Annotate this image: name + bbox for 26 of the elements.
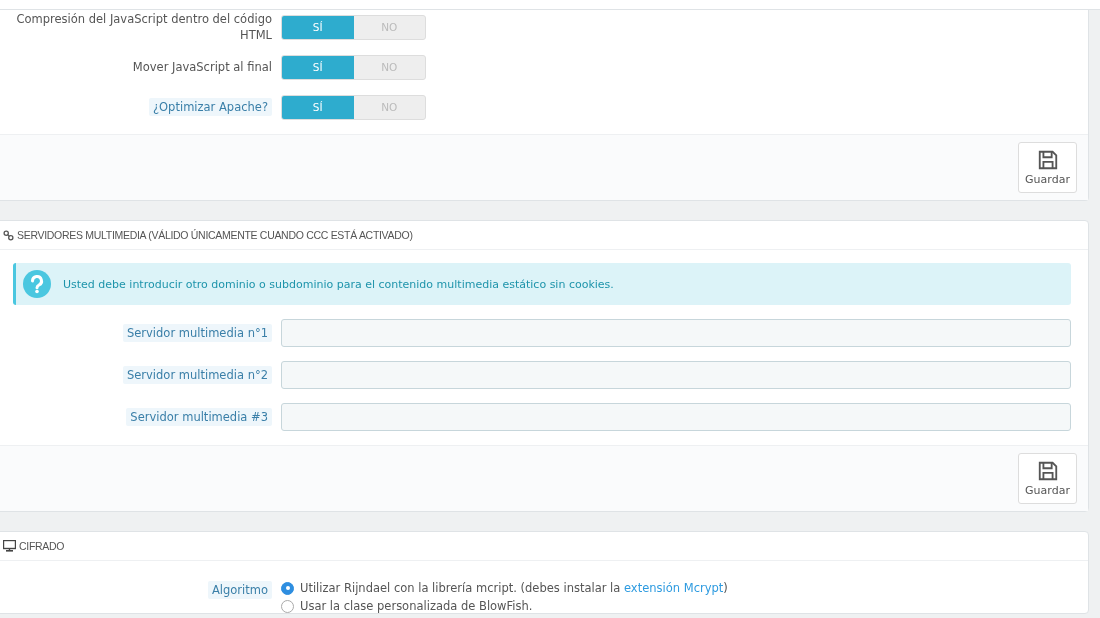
setting-label: Compresión del JavaScript dentro del código HTML	[15, 11, 272, 43]
option-text: Usar la clase personalizada de BlowFish.	[300, 599, 533, 613]
text-input[interactable]	[281, 403, 1071, 431]
field-label: Algoritmo	[207, 581, 272, 599]
panel-title: SERVIDORES MULTIMEDIA (VÁLIDO ÚNICAMENTE CUANDO CCC ESTÁ ACTIVADO)	[17, 229, 413, 241]
field-label: Servidor multimedia #3	[126, 408, 272, 426]
monitor-icon	[3, 540, 16, 552]
alert-text: Usted debe introducir otro dominio o subdominio para el contenido multimedia estático sin cookies.	[63, 277, 614, 291]
save-button[interactable]: Guardar	[1018, 453, 1077, 504]
save-button[interactable]: Guardar	[1018, 142, 1077, 193]
radio-button[interactable]	[281, 599, 294, 613]
text-input[interactable]	[281, 361, 1071, 389]
setting-label: ¿Optimizar Apache?	[148, 98, 272, 116]
yes-option[interactable]: SÍ	[282, 15, 354, 39]
panel-title: CIFRADO	[19, 540, 65, 552]
text-input[interactable]	[281, 319, 1071, 347]
yes-option[interactable]: SÍ	[282, 95, 354, 119]
field-label: Servidor multimedia n°1	[122, 324, 272, 342]
extension-link[interactable]: extensión Mcrypt	[624, 581, 724, 595]
yes-option[interactable]: SÍ	[282, 55, 354, 79]
option-text: Utilizar Rijndael con la librería mcript. (debes instalar la extensión Mcrypt)	[300, 581, 728, 595]
question-icon	[23, 270, 51, 298]
radio-button[interactable]	[281, 581, 294, 595]
link-icon	[3, 229, 14, 241]
setting-label: Mover JavaScript al final	[132, 59, 272, 75]
field-label: Servidor multimedia n°2	[122, 366, 272, 384]
